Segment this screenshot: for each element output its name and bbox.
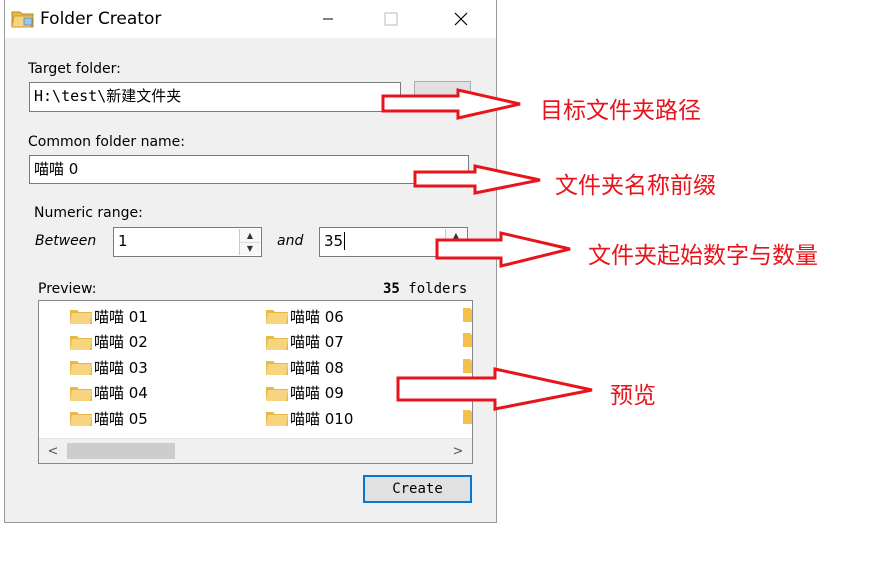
list-item[interactable]: 喵喵 09 (266, 382, 344, 404)
folder-count-unit: folders (408, 281, 468, 297)
folder-icon (463, 333, 472, 347)
range-start-value: 1 (118, 232, 128, 250)
folder-icon (70, 361, 92, 375)
folder-icon (463, 359, 472, 373)
list-item-label: 喵喵 01 (94, 307, 148, 326)
numeric-range-label: Numeric range: (34, 205, 143, 221)
list-item[interactable]: 喵喵 01 (70, 305, 148, 327)
folder-icon (266, 310, 288, 324)
list-item[interactable]: 喵喵 07 (266, 331, 344, 353)
folder-icon (266, 386, 288, 401)
maximize-button[interactable] (368, 0, 414, 38)
list-item-label: 喵喵 02 (94, 333, 148, 351)
list-item[interactable]: 喵喵 02 (70, 331, 148, 353)
list-item-label: 喵喵 03 (94, 358, 148, 377)
minimize-button[interactable] (305, 0, 351, 38)
folder-icon (463, 410, 472, 424)
folder-count: 35 folders (383, 281, 467, 297)
list-item[interactable]: 喵喵 04 (70, 382, 148, 404)
and-label: and (277, 233, 304, 249)
annotation-target-path: 目标文件夹路径 (540, 98, 701, 124)
spin-down-icon[interactable]: ▼ (240, 242, 260, 255)
text-cursor (344, 232, 346, 250)
folder-icon (266, 412, 288, 426)
minimize-icon (323, 18, 333, 20)
range-start-spinbox[interactable]: 1 ▲ ▼ (113, 227, 262, 257)
target-folder-label: Target folder: (28, 61, 121, 77)
window-title: Folder Creator (40, 9, 162, 29)
range-end-spinbox[interactable]: 35 ▲ ▼ (319, 227, 468, 257)
folder-icon (70, 386, 92, 401)
folder-icon (463, 384, 472, 398)
browse-button[interactable] (414, 81, 471, 111)
range-end-spinner[interactable]: ▲ ▼ (445, 229, 466, 255)
create-button[interactable]: Create (363, 475, 472, 503)
folder-icon (70, 412, 92, 426)
close-icon (454, 12, 468, 26)
annotation-preview: 预览 (610, 383, 656, 409)
list-item-label: 喵喵 05 (94, 409, 148, 428)
list-item[interactable]: 喵喵 03 (70, 356, 148, 378)
folder-icon (70, 310, 92, 324)
maximize-icon (384, 12, 398, 26)
target-folder-input[interactable]: H:\test\新建文件夹 (29, 82, 401, 112)
range-start-spinner[interactable]: ▲ ▼ (239, 229, 260, 255)
list-item-label: 喵喵 06 (290, 307, 344, 326)
list-item[interactable]: 喵喵 08 (266, 356, 344, 378)
title-bar[interactable]: Folder Creator (5, 0, 496, 38)
close-button[interactable] (438, 0, 484, 38)
list-item-label: 喵喵 010 (290, 409, 354, 428)
list-item-label: 喵喵 04 (94, 384, 148, 402)
folder-icon (266, 335, 288, 350)
horizontal-scrollbar[interactable]: < > (39, 438, 472, 463)
folder-app-icon (11, 11, 34, 28)
scrollbar-thumb[interactable] (67, 443, 175, 459)
list-item[interactable]: 喵喵 06 (266, 305, 344, 327)
range-end-value: 35 (324, 232, 344, 250)
preview-label: Preview: (38, 281, 97, 297)
folder-icon (266, 361, 288, 375)
folder-creator-window: Folder Creator Target folder: H:\test\新建… (4, 0, 497, 523)
common-folder-name-input[interactable]: 喵喵 0 (29, 155, 469, 184)
list-item[interactable]: 喵喵 05 (70, 407, 148, 429)
list-item[interactable]: 喵喵 010 (266, 407, 353, 429)
between-label: Between (35, 233, 97, 249)
folder-icon (70, 335, 92, 350)
annotation-name-prefix: 文件夹名称前缀 (555, 173, 716, 199)
list-item-label: 喵喵 07 (290, 333, 344, 351)
list-item-label: 喵喵 08 (290, 358, 344, 377)
scroll-right-icon[interactable]: > (448, 441, 468, 461)
spin-down-icon[interactable]: ▼ (446, 242, 466, 255)
list-item-label: 喵喵 09 (290, 384, 344, 402)
preview-list[interactable]: 喵喵 01 喵喵 02 喵喵 03 喵喵 04 喵喵 05 喵喵 06 喵喵 07 喵喵 0… (38, 300, 473, 464)
annotation-range: 文件夹起始数字与数量 (588, 243, 818, 269)
scroll-left-icon[interactable]: < (43, 441, 63, 461)
common-folder-name-label: Common folder name: (28, 134, 186, 150)
folder-icon (463, 308, 472, 322)
folder-count-number: 35 (383, 281, 400, 297)
